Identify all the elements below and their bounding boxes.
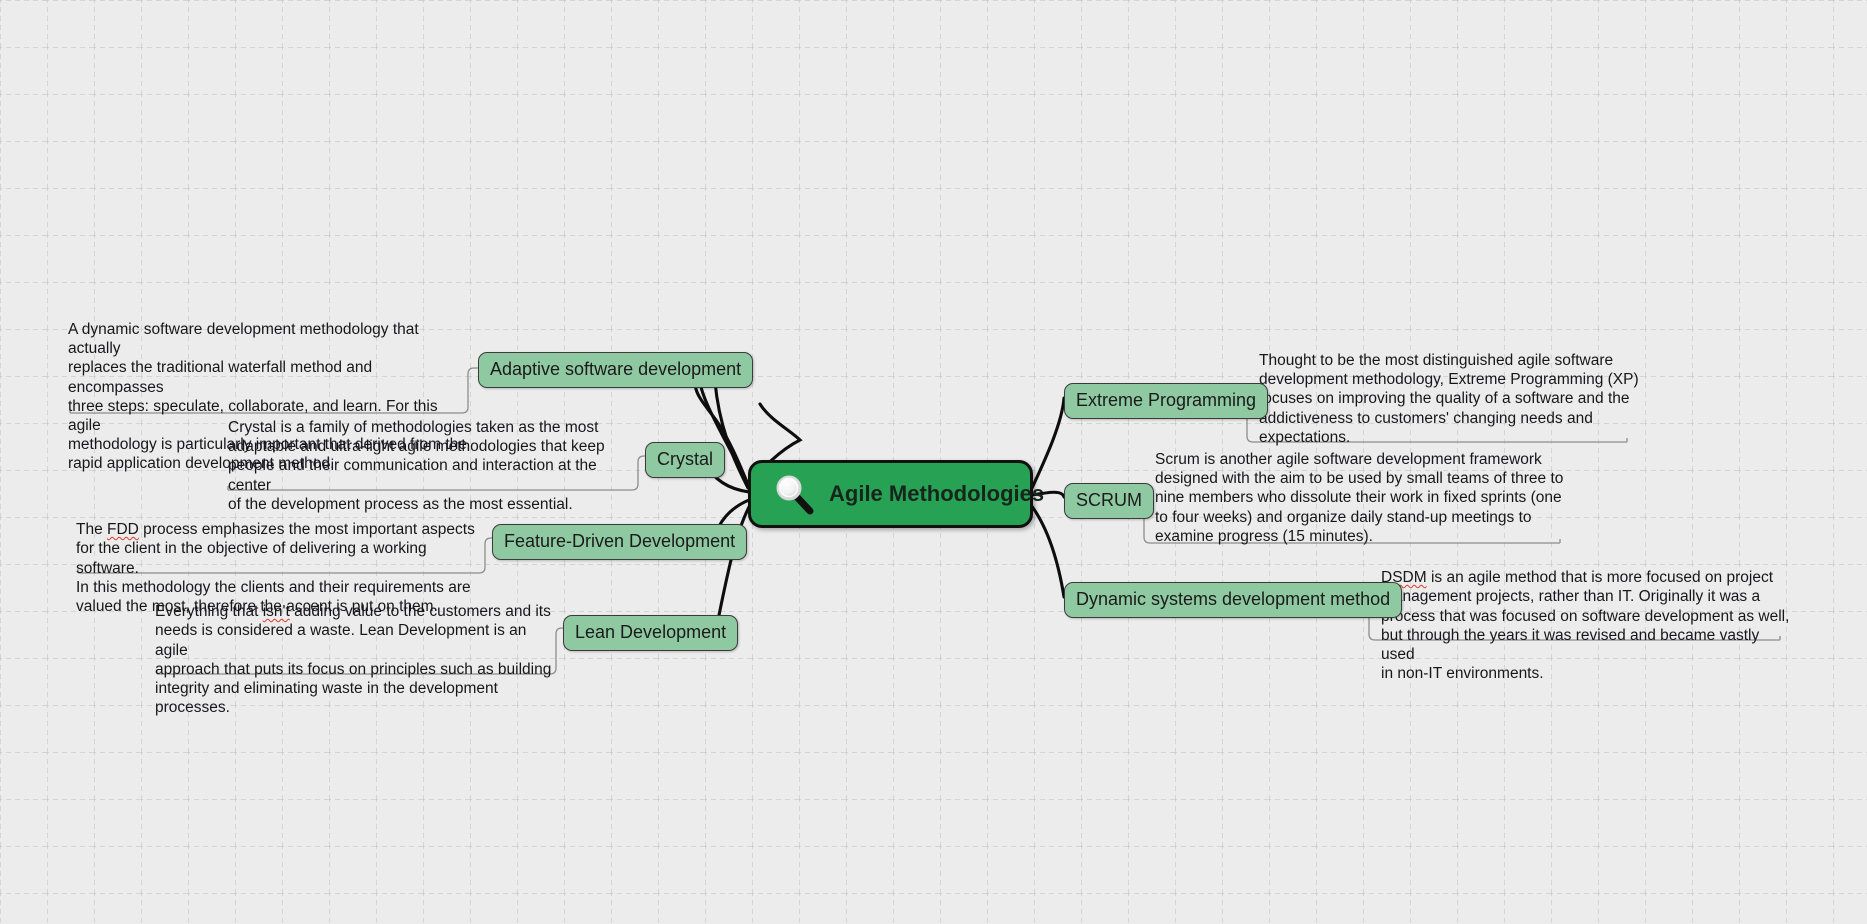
branch-node-dynamic-systems-development-method[interactable]: Dynamic systems development method (1064, 582, 1403, 618)
note-text-head: The (76, 521, 108, 539)
branch-node-feature-driven-development[interactable]: Feature-Driven Development (492, 524, 748, 560)
note-extreme-programming: Thought to be the most distinguished agi… (1259, 352, 1639, 446)
note-crystal: Crystal is a family of methodologies tak… (228, 419, 605, 513)
branch-label: Feature-Driven Development (504, 531, 736, 551)
branch-node-crystal[interactable]: Crystal (645, 442, 726, 478)
branch-label: Lean Development (575, 622, 727, 642)
spellcheck-word-isnt: isn't (262, 603, 290, 621)
branch-node-adaptive-software-development[interactable]: Adaptive software development (478, 352, 754, 388)
branch-label: SCRUM (1076, 490, 1142, 510)
central-node-label: Agile Methodologies (829, 481, 1045, 506)
spellcheck-word-fdd: FDD (107, 521, 139, 539)
branch-label: Dynamic systems development method (1076, 589, 1391, 609)
central-node[interactable]: Agile Methodologies (748, 460, 1044, 528)
branch-node-scrum[interactable]: SCRUM (1064, 483, 1154, 519)
note-scrum: Scrum is another agile software developm… (1155, 451, 1564, 545)
branch-label: Extreme Programming (1076, 390, 1257, 410)
branch-node-extreme-programming[interactable]: Extreme Programming (1064, 383, 1269, 419)
note-lean-development: Everything that isn't adding value to th… (155, 583, 555, 717)
note-dynamic-systems-development-method: DSDM is an agile method that is more foc… (1381, 549, 1796, 683)
note-text-rest: is an agile method that is more focused … (1381, 569, 1790, 683)
note-text-head: Everything that (155, 603, 263, 621)
magnifier-icon (776, 475, 814, 515)
branch-label: Adaptive software development (490, 359, 742, 379)
branch-label: Crystal (657, 449, 714, 469)
branch-node-lean-development[interactable]: Lean Development (563, 615, 739, 651)
mindmap-canvas[interactable]: Agile Methodologies Adaptive software de… (0, 0, 1867, 924)
